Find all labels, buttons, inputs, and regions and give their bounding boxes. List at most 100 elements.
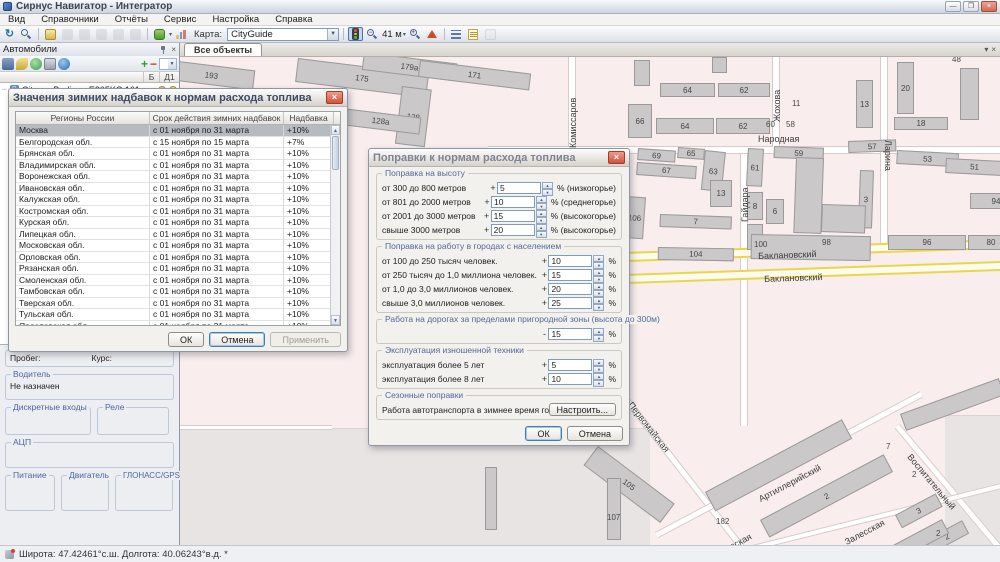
- menu-item[interactable]: Справка: [267, 14, 320, 25]
- layers-icon[interactable]: [128, 27, 143, 41]
- spin-down-icon[interactable]: ▼: [593, 290, 604, 297]
- edit-note-icon[interactable]: [466, 27, 481, 41]
- table-row[interactable]: Воронежская обл.с 01 ноября по 31 марта+…: [16, 171, 340, 183]
- value-input[interactable]: 10: [548, 373, 592, 385]
- table-row[interactable]: Тамбовская обл.с 01 ноября по 31 марта+1…: [16, 286, 340, 298]
- table-row[interactable]: Брянская обл.с 01 ноября по 31 марта+10%: [16, 148, 340, 160]
- chart-icon[interactable]: [174, 27, 189, 41]
- table-row[interactable]: Владимирская обл.с 01 ноября по 31 марта…: [16, 160, 340, 172]
- chevron-down-icon[interactable]: ▼: [327, 29, 338, 40]
- menu-item[interactable]: Сервис: [156, 14, 205, 25]
- dialog-close-icon[interactable]: ×: [326, 91, 343, 104]
- spin-up-icon[interactable]: ▲: [593, 297, 604, 304]
- spin-up-icon[interactable]: ▲: [536, 224, 547, 231]
- spin-down-icon[interactable]: ▼: [593, 304, 604, 311]
- column-period[interactable]: Срок действия зимних надбавок: [150, 112, 284, 124]
- scroll-up-icon[interactable]: ▲: [331, 125, 340, 135]
- spin-down-icon[interactable]: ▼: [536, 217, 547, 224]
- menu-item[interactable]: Справочники: [33, 14, 107, 25]
- dialog-close-icon[interactable]: ×: [608, 151, 625, 164]
- spinner[interactable]: ▲▼: [542, 182, 553, 194]
- ok-button[interactable]: ОК: [525, 426, 561, 441]
- spin-down-icon[interactable]: ▼: [593, 366, 604, 373]
- cancel-button[interactable]: Отмена: [567, 426, 623, 441]
- tab-close-icon[interactable]: ×: [991, 45, 996, 54]
- remove-vehicle-button[interactable]: −: [150, 59, 157, 69]
- vehicle-dropdown-icon[interactable]: ▾: [169, 31, 172, 38]
- spin-down-icon[interactable]: ▼: [593, 380, 604, 387]
- panel-close-icon[interactable]: ×: [171, 46, 176, 54]
- spin-down-icon[interactable]: ▼: [536, 203, 547, 210]
- spinner[interactable]: ▲▼: [593, 283, 604, 295]
- table-row[interactable]: Рязанская обл.с 01 ноября по 31 марта+10…: [16, 263, 340, 275]
- menu-item[interactable]: Настройка: [204, 14, 267, 25]
- zoom-out-icon[interactable]: −: [365, 27, 380, 41]
- table-row[interactable]: Москвас 01 ноября по 31 марта+10%: [16, 125, 340, 137]
- vehicle-icon[interactable]: [152, 27, 167, 41]
- spin-up-icon[interactable]: ▲: [536, 210, 547, 217]
- value-input[interactable]: 15: [491, 210, 535, 222]
- table-row[interactable]: Смоленская обл.с 01 ноября по 31 марта+1…: [16, 275, 340, 287]
- table-row[interactable]: Ивановская обл.с 01 ноября по 31 марта+1…: [16, 183, 340, 195]
- restore-button[interactable]: ❐: [963, 1, 979, 12]
- spin-up-icon[interactable]: ▲: [593, 328, 604, 335]
- table-row[interactable]: Липецкая обл.с 01 ноября по 31 марта+10%: [16, 229, 340, 241]
- close-button[interactable]: ×: [981, 1, 997, 12]
- value-input[interactable]: 10: [548, 255, 592, 267]
- table-row[interactable]: Ярославская обл.с 01 ноября по 31 марта+…: [16, 321, 340, 326]
- list-icon[interactable]: [449, 27, 464, 41]
- value-input[interactable]: 5: [497, 182, 541, 194]
- value-input[interactable]: 15: [548, 269, 592, 281]
- spin-down-icon[interactable]: ▼: [542, 189, 553, 196]
- edit-icon[interactable]: [16, 58, 28, 70]
- table-row[interactable]: Тверская обл.с 01 ноября по 31 марта+10%: [16, 298, 340, 310]
- zoom-in-icon[interactable]: +: [408, 27, 423, 41]
- spin-up-icon[interactable]: ▲: [536, 196, 547, 203]
- spin-up-icon[interactable]: ▲: [593, 283, 604, 290]
- spinner[interactable]: ▲▼: [536, 210, 547, 222]
- value-input[interactable]: 5: [548, 359, 592, 371]
- table-row[interactable]: Тульская обл.с 01 ноября по 31 марта+10%: [16, 309, 340, 321]
- spin-up-icon[interactable]: ▲: [593, 359, 604, 366]
- tab-list-dropdown-icon[interactable]: ▾: [984, 45, 988, 54]
- select-icon[interactable]: [483, 27, 498, 41]
- ok-button[interactable]: ОК: [168, 332, 204, 347]
- value-input[interactable]: 20: [548, 283, 592, 295]
- spin-down-icon[interactable]: ▼: [593, 276, 604, 283]
- dialog-title-bar[interactable]: Значения зимних надбавок к нормам расход…: [9, 89, 347, 107]
- table-row[interactable]: Курская обл.с 01 ноября по 31 марта+10%: [16, 217, 340, 229]
- ruler-icon[interactable]: [111, 27, 126, 41]
- spinner[interactable]: ▲▼: [593, 297, 604, 309]
- spin-down-icon[interactable]: ▼: [536, 231, 547, 238]
- apply-button[interactable]: Применить: [270, 332, 341, 347]
- configure-button[interactable]: Настроить...: [549, 403, 616, 416]
- pin-icon[interactable]: [159, 46, 167, 54]
- spin-up-icon[interactable]: ▲: [542, 182, 553, 189]
- globe-icon[interactable]: [30, 58, 42, 70]
- minimize-button[interactable]: —: [945, 1, 961, 12]
- scrollbar-thumb[interactable]: [332, 136, 339, 170]
- spinner[interactable]: ▲▼: [536, 224, 547, 236]
- spinner[interactable]: ▲▼: [593, 359, 604, 371]
- undo-icon[interactable]: [77, 27, 92, 41]
- spin-up-icon[interactable]: ▲: [593, 373, 604, 380]
- cancel-button[interactable]: Отмена: [209, 332, 265, 347]
- grid-icon[interactable]: [60, 27, 75, 41]
- table-row[interactable]: Костромская обл.с 01 ноября по 31 марта+…: [16, 206, 340, 218]
- spin-down-icon[interactable]: ▼: [593, 262, 604, 269]
- column-allowance[interactable]: Надбавка: [284, 112, 334, 124]
- column-b[interactable]: Б: [143, 72, 159, 82]
- add-vehicle-button[interactable]: +: [141, 58, 148, 70]
- table-row[interactable]: Орловская обл.с 01 ноября по 31 марта+10…: [16, 252, 340, 264]
- vehicles-icon[interactable]: [2, 58, 14, 70]
- spinner[interactable]: ▲▼: [593, 255, 604, 267]
- home-icon[interactable]: [425, 27, 440, 41]
- value-input[interactable]: 10: [491, 196, 535, 208]
- scroll-down-icon[interactable]: ▼: [331, 315, 340, 325]
- value-input[interactable]: 15: [548, 328, 592, 340]
- spinner[interactable]: ▲▼: [593, 269, 604, 281]
- table-row[interactable]: Белгородская обл.с 15 ноября по 15 марта…: [16, 137, 340, 149]
- vertical-scrollbar[interactable]: ▲ ▼: [330, 125, 340, 325]
- refresh-icon[interactable]: ↻: [2, 27, 17, 41]
- spin-down-icon[interactable]: ▼: [593, 335, 604, 342]
